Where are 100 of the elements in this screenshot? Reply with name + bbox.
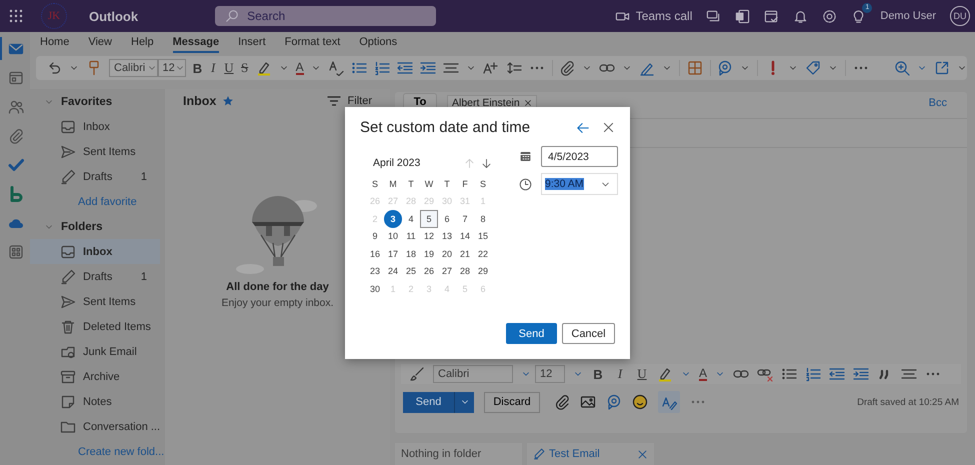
- calendar-day[interactable]: 5: [420, 210, 438, 228]
- chat-icon[interactable]: [706, 8, 722, 24]
- calendar-day[interactable]: 26: [420, 262, 438, 280]
- calendar-day[interactable]: 16: [366, 245, 384, 262]
- font-color-button[interactable]: A: [699, 368, 708, 380]
- numbered-list-icon[interactable]: [805, 366, 822, 382]
- ribbon-tab[interactable]: Format text: [284, 33, 340, 53]
- ribbon-tab[interactable]: Options: [359, 33, 398, 53]
- calendar-day[interactable]: 30: [366, 280, 384, 298]
- highlighter-icon[interactable]: [657, 366, 673, 382]
- font-dropdown[interactable]: Calibri: [433, 365, 513, 383]
- calendar-day[interactable]: 6: [438, 210, 456, 228]
- back-arrow-icon[interactable]: [576, 120, 590, 134]
- calendar-day[interactable]: 22: [474, 245, 492, 262]
- highlighter-icon[interactable]: [256, 60, 272, 76]
- underline-button[interactable]: U: [635, 366, 649, 382]
- calendar-day[interactable]: 18: [402, 245, 420, 262]
- folder-item[interactable]: Notes: [30, 389, 160, 414]
- bold-button[interactable]: B: [591, 366, 605, 382]
- bulleted-list-icon[interactable]: [781, 366, 798, 382]
- smiley-icon[interactable]: [632, 394, 648, 410]
- filter-button[interactable]: Filter: [326, 93, 372, 109]
- calendar-day[interactable]: 15: [474, 228, 492, 245]
- calendar-day[interactable]: 17: [384, 245, 402, 262]
- decrease-indent-icon[interactable]: [396, 60, 413, 76]
- calendar-day[interactable]: 14: [456, 228, 474, 245]
- send-options-button[interactable]: [454, 392, 474, 412]
- folder-item[interactable]: Deleted Items: [30, 314, 160, 339]
- folder-item[interactable]: Archive: [30, 364, 160, 389]
- table-icon[interactable]: [686, 60, 703, 76]
- line-spacing-icon[interactable]: [506, 60, 522, 76]
- down-arrow-icon[interactable]: [481, 158, 492, 168]
- paperclip-icon[interactable]: [554, 394, 570, 410]
- section-header[interactable]: Favorites: [61, 96, 112, 108]
- cancel-button[interactable]: Cancel: [562, 323, 615, 344]
- calendar-check-icon[interactable]: [764, 8, 780, 24]
- paintbrush-icon[interactable]: [409, 366, 425, 382]
- decrease-indent-icon[interactable]: [829, 366, 846, 382]
- close-icon[interactable]: [602, 121, 615, 134]
- font-size-dropdown[interactable]: 12: [535, 365, 565, 383]
- bcc-link[interactable]: Bcc: [928, 97, 947, 109]
- bulleted-list-icon[interactable]: [350, 60, 367, 76]
- folder-item[interactable]: Sent Items: [30, 289, 160, 314]
- close-icon[interactable]: [524, 99, 532, 107]
- calendar-day[interactable]: 13: [438, 228, 456, 245]
- calendar-day[interactable]: 11: [402, 228, 420, 245]
- calendar-day[interactable]: 29: [474, 262, 492, 280]
- document-icon[interactable]: [735, 8, 750, 24]
- calendar-day[interactable]: 25: [402, 262, 420, 280]
- font-dropdown[interactable]: Calibri: [109, 59, 158, 77]
- image-icon[interactable]: [580, 394, 596, 410]
- draft-tab[interactable]: Test Email: [527, 443, 654, 465]
- folder-item[interactable]: Drafts 1: [30, 164, 160, 189]
- font-size-dropdown[interactable]: 12: [158, 59, 186, 77]
- calendar-day[interactable]: 28: [456, 262, 474, 280]
- increase-indent-icon[interactable]: [853, 366, 870, 382]
- calendar-day[interactable]: 21: [456, 245, 474, 262]
- tag-icon[interactable]: [804, 60, 821, 76]
- calendar-day[interactable]: 8: [474, 210, 492, 228]
- calendar-day[interactable]: 24: [384, 262, 402, 280]
- paperclip-icon[interactable]: [559, 60, 576, 76]
- folder-item[interactable]: Inbox: [30, 114, 160, 139]
- time-dropdown[interactable]: 9:30 AM: [541, 173, 618, 195]
- date-field[interactable]: 4/5/2023: [541, 146, 618, 167]
- section-header[interactable]: Folders: [61, 220, 103, 232]
- calendar-day[interactable]: 27: [438, 262, 456, 280]
- spelling-icon[interactable]: [328, 60, 344, 76]
- strike-button[interactable]: S: [240, 60, 249, 76]
- ribbon-tab[interactable]: Home: [40, 33, 70, 53]
- font-color-button[interactable]: A: [296, 62, 304, 74]
- search-field[interactable]: Search: [215, 6, 436, 26]
- send-button[interactable]: Send: [403, 392, 454, 412]
- ribbon-tab[interactable]: Insert: [238, 33, 266, 53]
- bold-button[interactable]: B: [192, 60, 202, 76]
- folder-item[interactable]: Drafts 1: [30, 264, 160, 289]
- draft-tab[interactable]: Nothing in folder: [395, 443, 522, 465]
- folder-item[interactable]: Inbox: [30, 239, 160, 264]
- discard-button[interactable]: Discard: [484, 392, 540, 412]
- close-icon[interactable]: [637, 448, 648, 460]
- folder-item[interactable]: Junk Email: [30, 339, 160, 364]
- avatar[interactable]: DU: [950, 6, 970, 26]
- loop-icon[interactable]: [606, 394, 622, 410]
- underline-button[interactable]: U: [224, 60, 234, 76]
- numbered-list-icon[interactable]: [374, 60, 390, 76]
- italic-button[interactable]: I: [613, 366, 627, 382]
- loop-icon[interactable]: [717, 60, 734, 76]
- settings-icon[interactable]: [822, 8, 838, 24]
- send-button[interactable]: Send: [506, 323, 557, 344]
- star-icon[interactable]: [222, 95, 234, 107]
- calendar-day[interactable]: 3: [384, 210, 402, 228]
- teams-call-button[interactable]: Teams call: [614, 8, 692, 24]
- calendar-day[interactable]: 19: [420, 245, 438, 262]
- folder-item[interactable]: Conversation ...: [30, 414, 160, 439]
- calendar-day[interactable]: 9: [366, 228, 384, 245]
- bell-icon[interactable]: [793, 8, 808, 24]
- editor-button[interactable]: [658, 391, 680, 413]
- calendar-day[interactable]: 23: [366, 262, 384, 280]
- ribbon-tab[interactable]: Help: [131, 33, 154, 53]
- italic-button[interactable]: I: [209, 60, 218, 76]
- calendar-day[interactable]: 10: [384, 228, 402, 245]
